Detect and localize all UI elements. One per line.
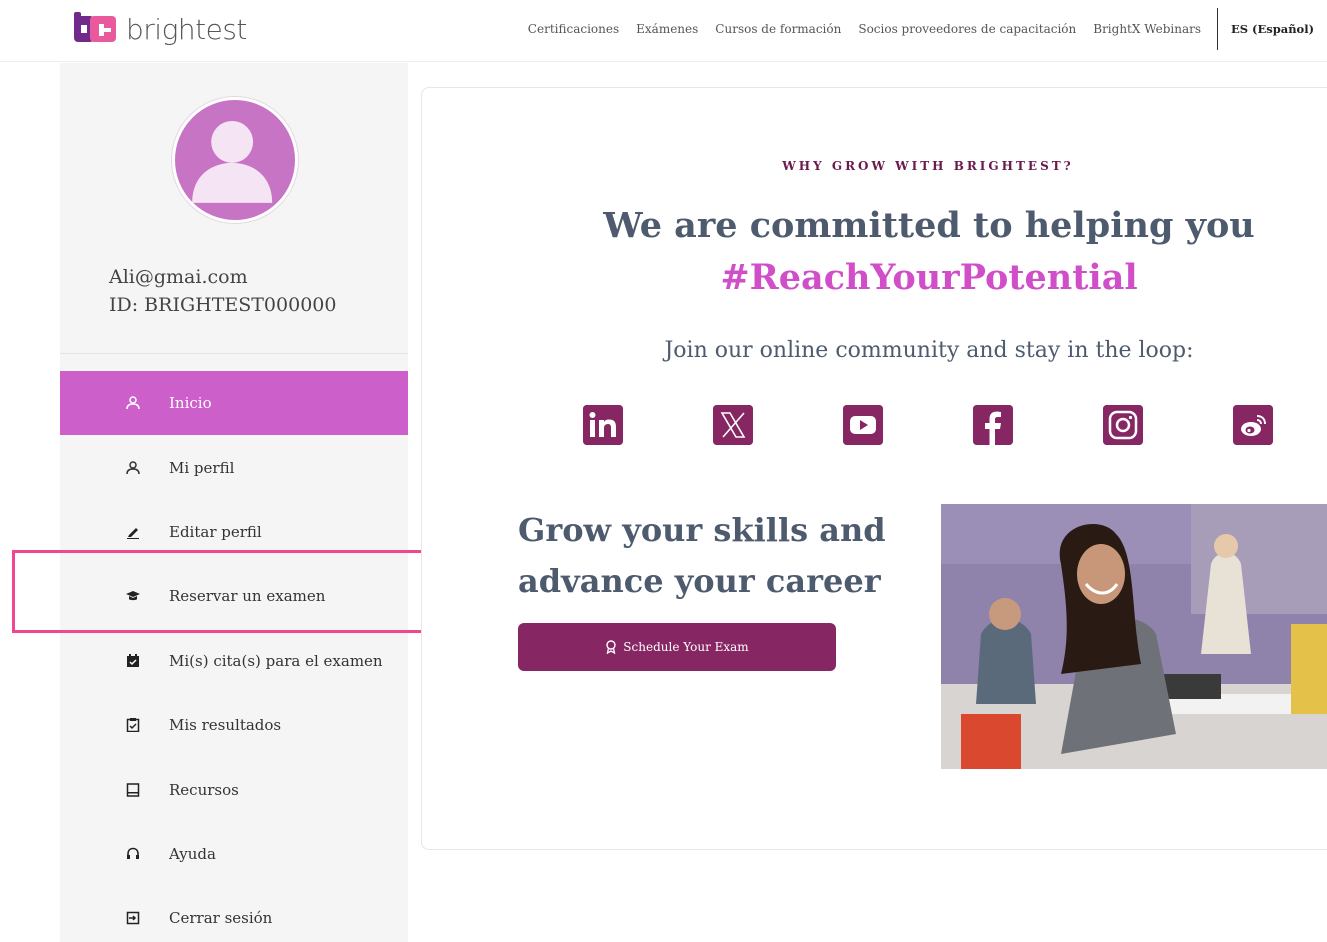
user-info: Ali@gmai.com ID: BRIGHTEST000000 <box>109 263 336 319</box>
highlight-annotation-box <box>12 550 483 633</box>
headset-icon <box>122 847 144 861</box>
top-header: brightest Certificaciones Exámenes Curso… <box>0 0 1327 62</box>
sidebar-item-label: Mis resultados <box>169 716 282 735</box>
main-nav: Certificaciones Exámenes Cursos de forma… <box>528 0 1201 58</box>
facebook-icon[interactable] <box>973 405 1013 445</box>
sidebar-item-label: Ayuda <box>169 844 216 863</box>
sidebar-item-inicio[interactable]: Inicio <box>60 371 408 436</box>
sidebar-item-ayuda[interactable]: Ayuda <box>60 822 408 886</box>
grow-heading-line1: Grow your skills and <box>518 511 886 549</box>
logo-text: brightest <box>126 12 247 46</box>
brightest-logo-icon <box>74 12 116 42</box>
sidebar-item-label: Cerrar sesión <box>169 909 273 928</box>
sidebar: Ali@gmai.com ID: BRIGHTEST000000 Inicio … <box>60 63 408 942</box>
sidebar-menu: Inicio Mi perfil Editar perfil Reservar … <box>60 371 408 942</box>
logout-icon <box>122 911 144 925</box>
sidebar-item-recursos[interactable]: Recursos <box>60 757 408 821</box>
user-icon <box>122 460 144 475</box>
brightest-logo[interactable]: brightest <box>72 12 247 46</box>
linkedin-icon[interactable] <box>583 405 623 445</box>
nav-examenes[interactable]: Exámenes <box>636 22 698 36</box>
sidebar-item-label: Mi(s) cita(s) para el examen <box>169 651 383 670</box>
sidebar-item-cerrar-sesion[interactable]: Cerrar sesión <box>60 886 408 942</box>
sidebar-item-resultados[interactable]: Mis resultados <box>60 693 408 757</box>
x-icon[interactable] <box>713 405 753 445</box>
schedule-exam-button[interactable]: Schedule Your Exam <box>518 623 836 671</box>
user-id: ID: BRIGHTEST000000 <box>109 294 337 316</box>
calendar-icon <box>122 653 144 668</box>
pencil-icon <box>122 525 144 539</box>
nav-cursos[interactable]: Cursos de formación <box>715 22 841 36</box>
user-icon <box>122 396 144 410</box>
headline: We are committed to helping you #ReachYo… <box>529 200 1327 304</box>
user-email: Ali@gmai.com <box>109 266 248 288</box>
youtube-icon[interactable] <box>843 405 883 445</box>
schedule-exam-label: Schedule Your Exam <box>623 640 749 654</box>
award-ribbon-icon <box>606 640 616 654</box>
sidebar-item-label: Recursos <box>169 780 239 799</box>
hashtag-text: #ReachYourPotential <box>720 257 1138 298</box>
sidebar-item-label: Inicio <box>169 394 212 413</box>
eyebrow-text: WHY GROW WITH BRIGHTEST? <box>782 159 1074 173</box>
clipboard-check-icon <box>122 718 144 733</box>
hero-photo-illustration <box>941 504 1327 769</box>
sidebar-item-label: Mi perfil <box>169 458 235 477</box>
join-community-text: Join our online community and stay in th… <box>664 338 1194 363</box>
grow-heading-line2: advance your career <box>518 562 881 600</box>
sidebar-item-mi-perfil[interactable]: Mi perfil <box>60 435 408 499</box>
headline-text: We are committed to helping you <box>603 205 1255 246</box>
social-icons-row <box>583 405 1283 447</box>
nav-socios[interactable]: Socios proveedores de capacitación <box>858 22 1076 36</box>
nav-webinars[interactable]: BrightX Webinars <box>1093 22 1201 36</box>
sidebar-item-citas[interactable]: Mi(s) cita(s) para el examen <box>60 629 408 693</box>
weibo-icon[interactable] <box>1233 405 1273 445</box>
grow-heading: Grow your skills and advance your career <box>518 505 886 607</box>
sidebar-item-label: Editar perfil <box>169 522 262 541</box>
hero-photo-student <box>941 504 1327 769</box>
language-selector[interactable]: ES (Español) <box>1217 8 1327 50</box>
nav-certificaciones[interactable]: Certificaciones <box>528 22 619 36</box>
instagram-icon[interactable] <box>1103 405 1143 445</box>
book-icon <box>122 782 144 797</box>
sidebar-divider <box>60 353 408 354</box>
